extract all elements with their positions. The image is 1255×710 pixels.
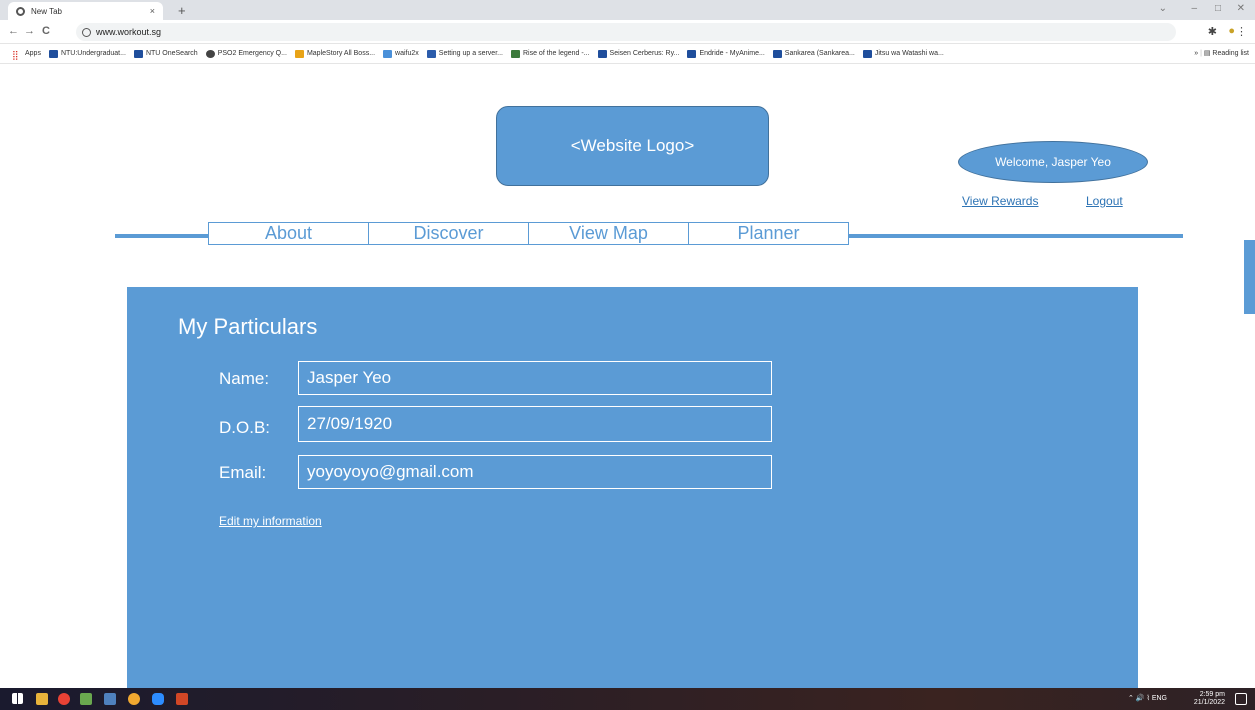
email-field[interactable]: yoyoyoyo@gmail.com xyxy=(298,455,772,489)
site-info-icon[interactable] xyxy=(82,27,91,37)
new-tab-button[interactable]: + xyxy=(178,3,186,18)
bookmarks-bar: ⣿ Apps NTU:Undergraduat... NTU OneSearch … xyxy=(0,44,1255,64)
particulars-panel: My Particulars Name: Jasper Yeo D.O.B: 2… xyxy=(127,287,1138,697)
tab-favicon-icon xyxy=(16,6,25,16)
bookmark-apps[interactable]: ⣿ Apps xyxy=(12,49,41,60)
tab-close-icon[interactable]: × xyxy=(150,6,155,16)
close-window-icon[interactable]: ✕ xyxy=(1237,3,1245,14)
dob-field[interactable]: 27/09/1920 xyxy=(298,406,772,442)
bookmark-favicon-icon xyxy=(205,49,215,58)
zoom-icon[interactable] xyxy=(152,693,164,705)
chrome-icon[interactable] xyxy=(58,693,70,705)
apps-grid-icon: ⣿ xyxy=(12,49,19,60)
bookmark-item[interactable]: Seisen Cerberus: Ry... xyxy=(597,49,679,58)
bookmark-item[interactable]: PSO2 Emergency Q... xyxy=(205,49,287,58)
system-tray-icons[interactable]: ⌃ 🔊 ⌇ ENG xyxy=(1128,694,1167,702)
bookmark-item[interactable]: Endride - MyAnime... xyxy=(687,49,765,58)
side-scroll-tab[interactable] xyxy=(1244,240,1255,314)
profile-avatar-icon[interactable]: ● xyxy=(1228,25,1235,37)
menu-kebab-icon[interactable]: ⋮ xyxy=(1236,25,1247,38)
nav-discover[interactable]: Discover xyxy=(368,222,529,245)
main-nav: About Discover View Map Planner xyxy=(208,222,849,245)
app-icon[interactable] xyxy=(104,693,116,705)
bookmark-favicon-icon xyxy=(687,49,697,58)
clock[interactable]: 2:59 pm 21/1/2022 xyxy=(1194,691,1225,707)
reload-icon[interactable]: C xyxy=(42,25,50,37)
forward-icon[interactable]: → xyxy=(24,25,35,37)
nav-view-map[interactable]: View Map xyxy=(528,222,689,245)
view-rewards-link[interactable]: View Rewards xyxy=(962,194,1038,208)
bookmark-favicon-icon xyxy=(383,49,393,58)
name-field[interactable]: Jasper Yeo xyxy=(298,361,772,395)
bookmark-item[interactable]: Sankarea (Sankarea... xyxy=(772,49,855,58)
tab-search-icon[interactable]: ⌄ xyxy=(1159,3,1167,14)
email-label: Email: xyxy=(219,463,267,482)
tab-title: New Tab xyxy=(31,6,62,16)
bookmark-item[interactable]: waifu2x xyxy=(383,49,419,58)
bookmark-item[interactable]: MapleStory All Boss... xyxy=(294,49,375,58)
bookmarks-overflow-icon[interactable]: » xyxy=(1194,50,1198,57)
bookmark-favicon-icon xyxy=(48,49,58,58)
bookmark-favicon-icon xyxy=(133,49,143,58)
name-label: Name: xyxy=(219,369,270,388)
page-content: <Website Logo> Welcome, Jasper Yeo View … xyxy=(0,65,1255,697)
extensions-icon[interactable]: ✱ xyxy=(1208,25,1217,38)
minimize-icon[interactable]: – xyxy=(1191,3,1197,14)
logout-link[interactable]: Logout xyxy=(1086,194,1123,208)
bookmark-favicon-icon xyxy=(510,49,520,58)
nav-divider-right xyxy=(849,234,1183,238)
browser-tabstrip: New Tab × + ⌄ – □ ✕ xyxy=(0,0,1255,20)
notification-icon[interactable] xyxy=(1235,693,1247,705)
bookmark-item[interactable]: Jitsu wa Watashi wa... xyxy=(862,49,944,58)
start-icon[interactable] xyxy=(12,693,23,704)
bookmark-favicon-icon xyxy=(426,49,436,58)
website-logo[interactable]: <Website Logo> xyxy=(496,106,769,186)
reading-list-icon: ▤ xyxy=(1203,50,1211,57)
panel-title: My Particulars xyxy=(178,314,318,339)
bookmark-item[interactable]: Setting up a server... xyxy=(426,49,503,58)
browser-tab[interactable]: New Tab × xyxy=(8,2,163,20)
edit-information-link[interactable]: Edit my information xyxy=(219,514,322,528)
browser-icon[interactable] xyxy=(128,693,140,705)
nav-planner[interactable]: Planner xyxy=(688,222,849,245)
bookmark-favicon-icon xyxy=(294,49,304,58)
welcome-badge: Welcome, Jasper Yeo xyxy=(958,141,1148,183)
bookmark-favicon-icon xyxy=(772,49,782,58)
url-text: www.workout.sg xyxy=(96,27,162,37)
reading-list-label: Reading list xyxy=(1212,50,1249,57)
app-icon[interactable] xyxy=(80,693,92,705)
clock-date: 21/1/2022 xyxy=(1193,699,1225,706)
clock-time: 2:59 pm xyxy=(1199,691,1225,698)
back-icon[interactable]: ← xyxy=(8,25,19,37)
bookmark-favicon-icon xyxy=(597,49,607,58)
nav-about[interactable]: About xyxy=(208,222,369,245)
address-bar: ← → C www.workout.sg ✱ ● ⋮ xyxy=(0,20,1255,44)
bookmark-item[interactable]: Rise of the legend -... xyxy=(510,49,590,58)
file-explorer-icon[interactable] xyxy=(36,693,48,705)
bookmark-item[interactable]: NTU:Undergraduat... xyxy=(48,49,126,58)
os-taskbar: ⌃ 🔊 ⌇ ENG 2:59 pm 21/1/2022 xyxy=(0,688,1255,710)
dob-label: D.O.B: xyxy=(219,418,271,437)
url-input[interactable]: www.workout.sg xyxy=(76,23,1176,41)
powerpoint-icon[interactable] xyxy=(176,693,188,705)
reading-list-button[interactable]: » | ▤ Reading list xyxy=(1194,49,1249,57)
bookmark-favicon-icon xyxy=(862,49,872,58)
bookmark-item[interactable]: NTU OneSearch xyxy=(133,49,198,58)
nav-divider-left xyxy=(115,234,210,238)
maximize-icon[interactable]: □ xyxy=(1215,3,1221,14)
